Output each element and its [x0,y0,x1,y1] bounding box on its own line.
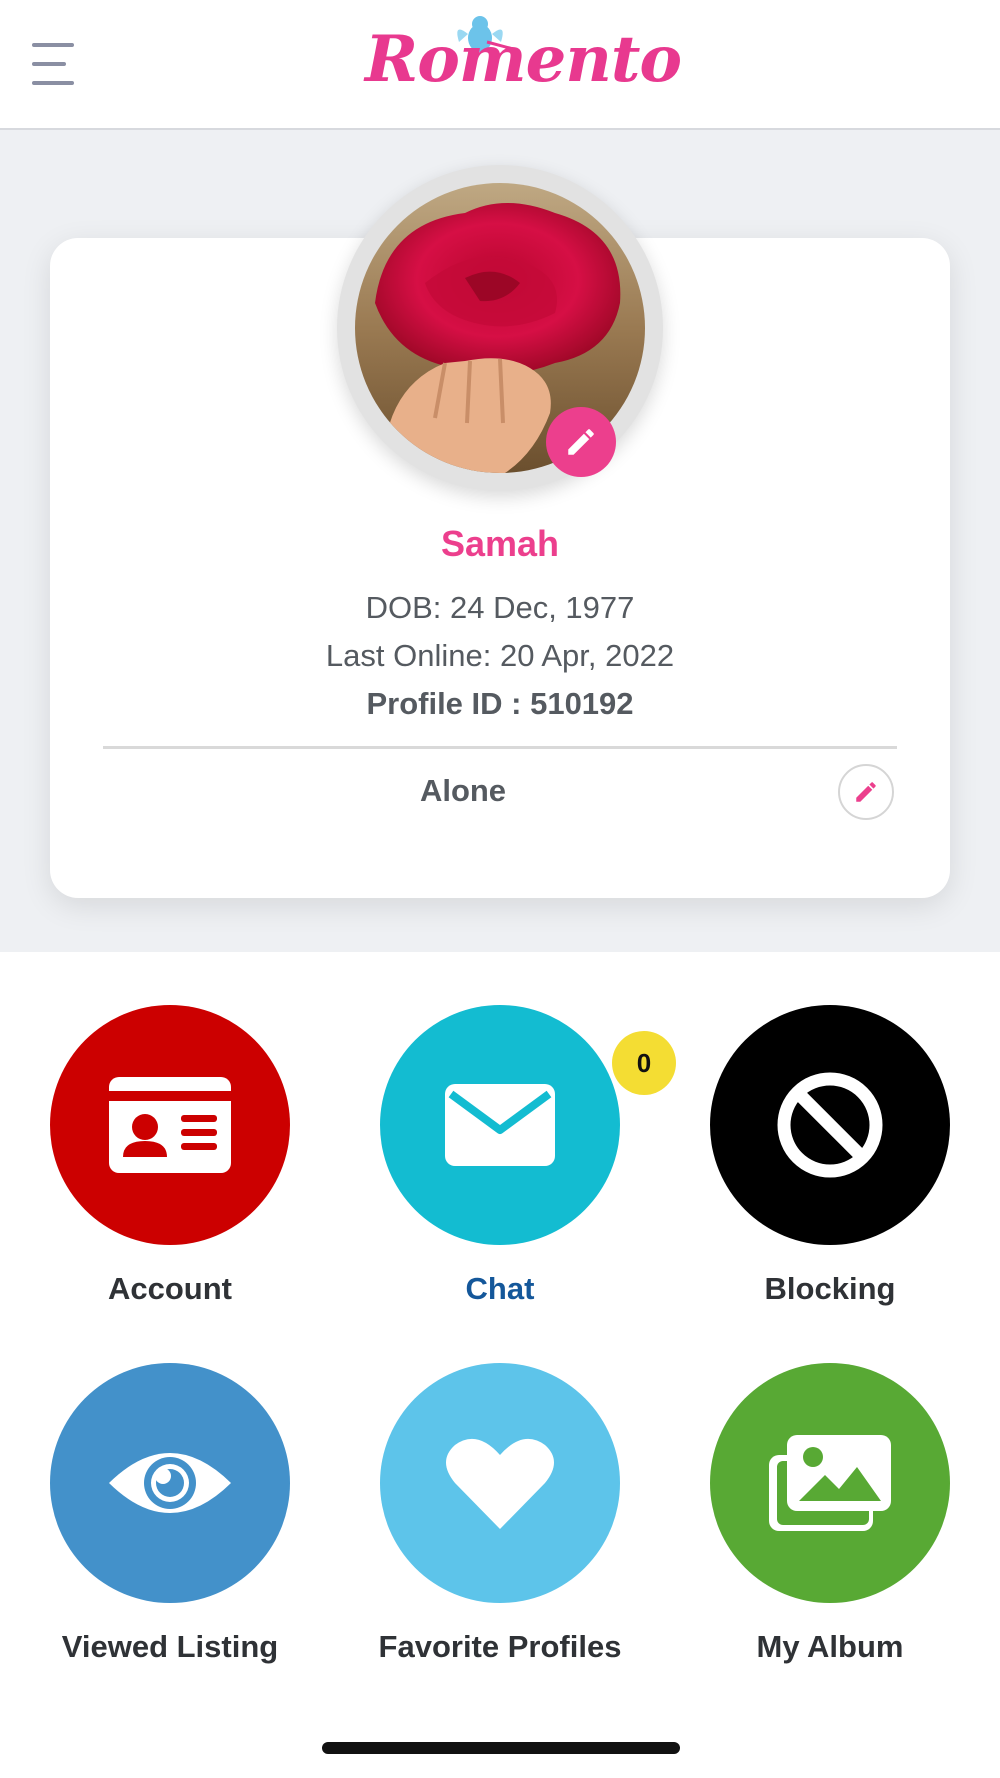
last-online-text: Last Online: 20 Apr, 2022 [325,638,675,673]
edit-photo-button[interactable] [546,407,616,477]
viewed-circle [50,1363,290,1603]
tile-favorite-profiles[interactable]: Favorite Profiles [335,1363,665,1665]
account-circle [50,1005,290,1245]
envelope-icon [445,1084,555,1166]
edit-status-button[interactable] [838,764,894,820]
pencil-icon [568,429,594,455]
logo-text: Romento [365,22,682,97]
profile-id-text: Profile ID : 510192 [366,686,634,721]
tile-label: Blocking [764,1271,896,1306]
menu-button[interactable] [30,40,80,90]
tile-blocking[interactable]: Blocking [665,1005,995,1307]
heart-icon [446,1438,554,1529]
chat-circle: 0 [380,1005,676,1245]
tile-my-album[interactable]: My Album [665,1363,995,1665]
tile-chat[interactable]: 0 Chat [335,1005,676,1307]
divider [103,746,897,749]
favorite-circle [380,1363,620,1603]
tile-label: Viewed Listing [61,1629,279,1664]
profile-name: Samah [440,523,560,564]
home-indicator[interactable] [322,1742,680,1754]
tile-label: Favorite Profiles [378,1629,622,1664]
tile-label: Account [108,1271,232,1306]
eye-icon [109,1453,231,1513]
images-icon [769,1435,891,1531]
app-logo[interactable]: Romento [365,12,682,112]
album-circle [710,1363,950,1603]
blocking-circle [710,1005,950,1245]
app-header: Romento [0,0,1000,130]
block-icon [777,1072,883,1178]
tile-account[interactable]: Account [5,1005,335,1307]
tile-label: My Album [756,1629,904,1664]
dob-text: DOB: 24 Dec, 1977 [365,590,635,625]
pencil-icon [856,782,876,802]
tile-label: Chat [465,1271,535,1306]
tile-viewed-listing[interactable]: Viewed Listing [5,1363,335,1665]
hamburger-menu-icon [32,43,74,47]
id-card-icon [109,1077,231,1173]
hamburger-line [32,62,66,66]
status-text: Alone [419,773,507,808]
hamburger-line [32,81,74,85]
